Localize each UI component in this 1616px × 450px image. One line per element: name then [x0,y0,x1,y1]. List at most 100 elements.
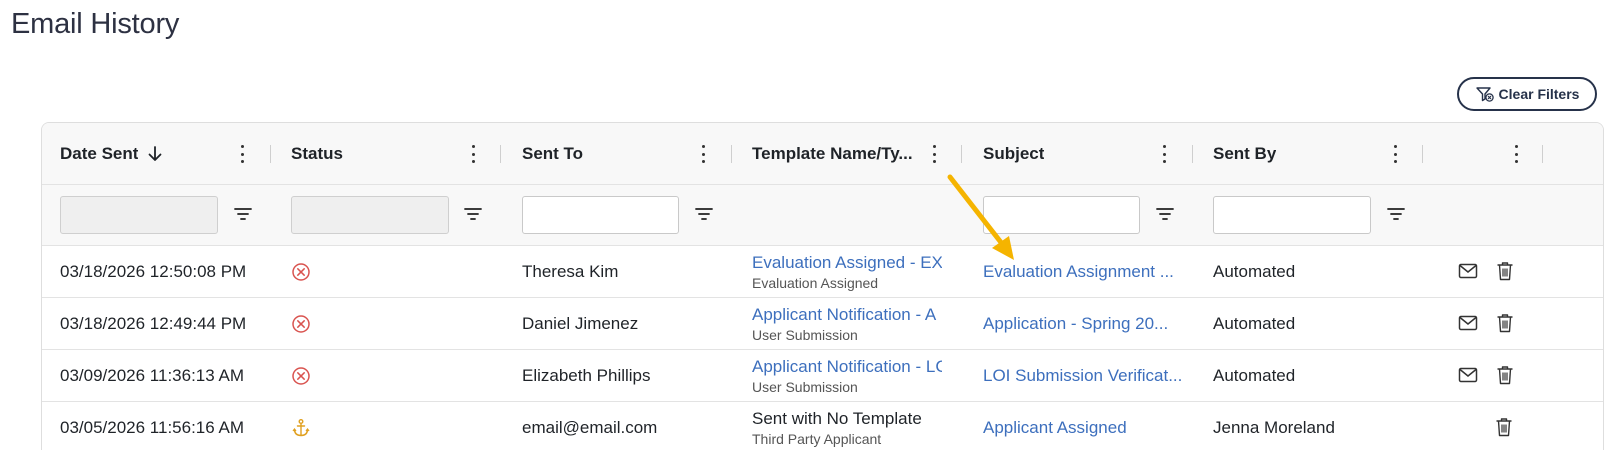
subject-cell: Evaluation Assignment ... [983,246,1183,297]
subject-link[interactable]: Evaluation Assignment ... [983,262,1183,282]
error-circle-icon [292,366,310,385]
template-type-label: Third Party Applicant [752,430,882,447]
resend-email-icon[interactable] [1458,315,1478,331]
sent-to-filter-input[interactable] [522,196,679,234]
column-resize-handle[interactable] [1422,145,1423,163]
table-row[interactable]: 03/05/2026 11:56:16 AM email@email.com S… [42,402,1603,450]
grid-header-row: Date Sent Status Sent To Template Name/T… [42,123,1603,185]
column-header-template-name[interactable]: Template Name/Ty... [752,123,920,184]
subject-filter-input[interactable] [983,196,1140,234]
template-name-link[interactable]: Evaluation Assigned - EXA [752,253,942,273]
sent-to-cell: Daniel Jimenez [522,313,639,333]
column-menu-sent-to-icon[interactable] [699,145,707,163]
resend-email-icon[interactable] [1458,367,1478,383]
status-filter-icon[interactable] [464,207,482,221]
error-circle-icon [292,314,310,333]
row-actions [1458,261,1514,281]
clear-filters-button[interactable]: Clear Filters [1457,77,1597,111]
column-header-date-sent[interactable]: Date Sent [60,123,250,184]
date-sent-filter-input[interactable] [60,196,218,234]
row-actions [1458,365,1514,385]
template-type-label: User Submission [752,326,858,343]
column-label-sent-by: Sent By [1213,143,1277,163]
status-cell [291,350,331,401]
template-name-link[interactable]: Applicant Notification - LC [752,357,942,377]
error-circle-icon [292,262,310,281]
status-cell [291,402,331,450]
email-history-page: Email History Clear Filters Date Sent St… [0,0,1616,450]
sent-to-filter-icon[interactable] [695,207,713,221]
column-label-status: Status [291,143,343,163]
subject-cell: Applicant Assigned [983,402,1183,450]
template-cell: Sent with No Template Third Party Applic… [752,402,942,450]
date-sent-cell: 03/18/2026 12:49:44 PM [60,313,247,333]
grid-filter-row [42,185,1603,246]
subject-link[interactable]: Applicant Assigned [983,418,1183,438]
clear-filter-icon [1475,85,1495,103]
sent-by-filter-icon[interactable] [1387,207,1405,221]
column-header-subject[interactable]: Subject [983,123,1153,184]
date-sent-cell: 03/05/2026 11:56:16 AM [60,417,245,437]
resend-email-icon[interactable] [1458,263,1478,279]
sent-by-cell: Automated [1213,313,1296,333]
delete-trash-icon[interactable] [1496,365,1514,385]
template-name-link[interactable]: Applicant Notification - A [752,305,942,325]
delete-trash-icon[interactable] [1496,261,1514,281]
template-cell: Applicant Notification - A User Submissi… [752,298,942,349]
column-menu-subject-icon[interactable] [1160,145,1168,163]
template-type-label: User Submission [752,378,858,395]
date-sent-cell: 03/09/2026 11:36:13 AM [60,365,245,385]
subject-cell: LOI Submission Verificat... [983,350,1183,401]
status-filter-input[interactable] [291,196,449,234]
row-actions [1458,313,1514,333]
column-resize-handle[interactable] [270,145,271,163]
column-label-template-name: Template Name/Ty... [752,143,913,163]
table-row[interactable]: 03/18/2026 12:49:44 PM Daniel Jimenez Ap… [42,298,1603,350]
column-menu-date-sent-icon[interactable] [238,145,246,163]
column-menu-status-icon[interactable] [469,145,477,163]
date-sent-cell: 03/18/2026 12:50:08 PM [60,261,247,281]
sent-by-filter-input[interactable] [1213,196,1371,234]
delete-trash-icon[interactable] [1495,417,1513,437]
clear-filters-label: Clear Filters [1498,86,1580,102]
subject-link[interactable]: Application - Spring 20... [983,314,1183,334]
status-cell [291,246,331,297]
column-resize-handle[interactable] [961,145,962,163]
sort-descending-icon[interactable] [148,145,162,162]
status-cell [291,298,331,349]
column-menu-sent-by-icon[interactable] [1391,145,1399,163]
sent-by-cell: Automated [1213,261,1296,281]
sent-by-cell: Jenna Moreland [1213,417,1335,437]
column-resize-handle[interactable] [731,145,732,163]
column-header-sent-to[interactable]: Sent To [522,123,692,184]
template-cell: Evaluation Assigned - EXA Evaluation Ass… [752,246,942,297]
subject-cell: Application - Spring 20... [983,298,1183,349]
table-row[interactable]: 03/18/2026 12:50:08 PM Theresa Kim Evalu… [42,246,1603,298]
sent-to-cell: Theresa Kim [522,261,619,281]
date-sent-filter-icon[interactable] [234,207,252,221]
template-cell: Applicant Notification - LC User Submiss… [752,350,942,401]
column-menu-template-name-icon[interactable] [930,145,938,163]
column-resize-handle[interactable] [1542,145,1543,163]
column-label-date-sent: Date Sent [60,143,139,163]
column-menu-actions-icon[interactable] [1512,145,1520,163]
email-history-grid: Date Sent Status Sent To Template Name/T… [41,122,1604,450]
column-label-subject: Subject [983,143,1045,163]
column-header-sent-by[interactable]: Sent By [1213,123,1383,184]
subject-link[interactable]: LOI Submission Verificat... [983,366,1183,386]
table-row[interactable]: 03/09/2026 11:36:13 AM Elizabeth Phillip… [42,350,1603,402]
page-title: Email History [11,8,180,40]
subject-filter-icon[interactable] [1156,207,1174,221]
delete-trash-icon[interactable] [1496,313,1514,333]
sent-to-cell: Elizabeth Phillips [522,365,651,385]
anchor-icon [292,418,310,436]
column-resize-handle[interactable] [1192,145,1193,163]
row-actions [1495,417,1513,437]
column-header-actions [1442,123,1502,184]
template-type-label: Evaluation Assigned [752,274,879,291]
sent-by-cell: Automated [1213,365,1296,385]
template-name-text: Sent with No Template [752,408,922,428]
column-label-sent-to: Sent To [522,143,584,163]
column-resize-handle[interactable] [500,145,501,163]
column-header-status[interactable]: Status [291,123,461,184]
